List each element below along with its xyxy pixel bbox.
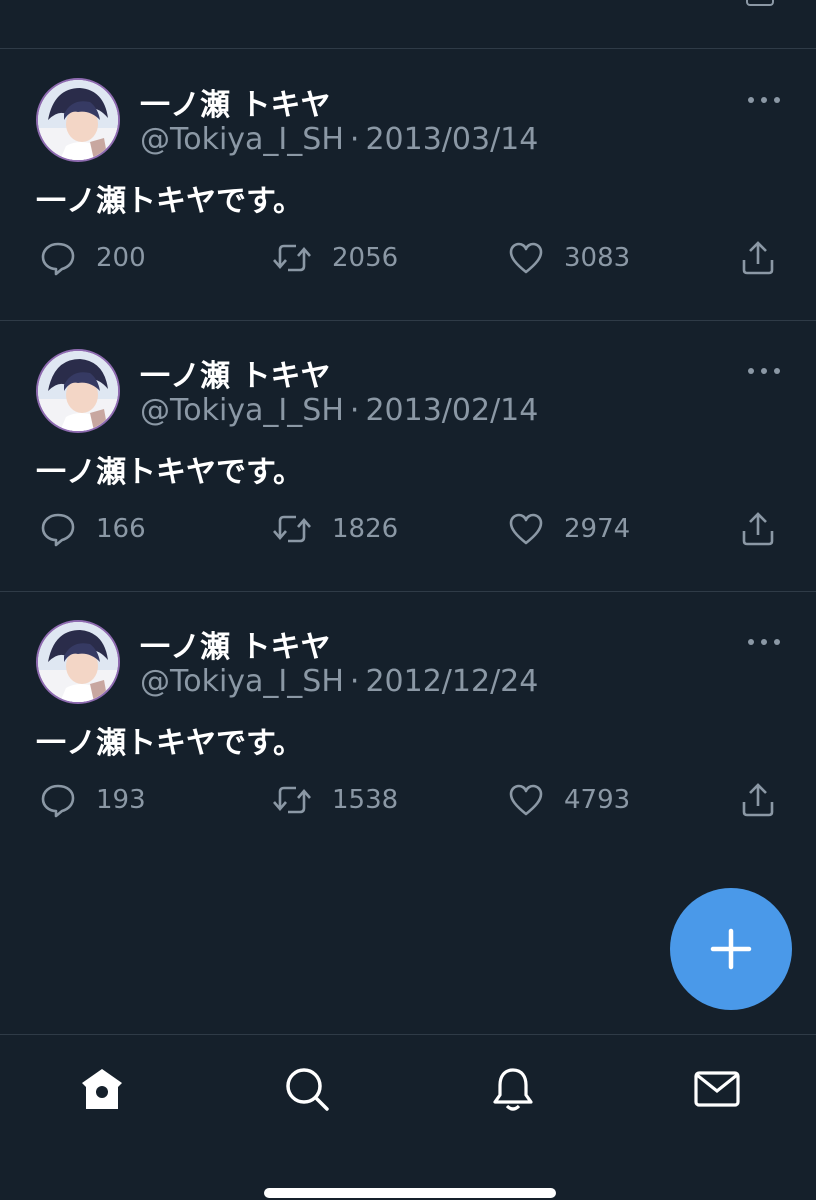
timeline-screen: 一ノ瀬 トキヤ @Tokiya_I_SH · 2013/03/14 一ノ瀬トキヤです… bbox=[0, 0, 816, 1200]
reply-icon bbox=[41, 784, 75, 818]
share-icon[interactable] bbox=[746, 0, 774, 6]
reply-button[interactable]: 200 bbox=[40, 236, 146, 280]
home-indicator[interactable] bbox=[264, 1188, 556, 1198]
tweet-actions: 200 2056 3083 bbox=[0, 236, 816, 280]
tweet-text: 一ノ瀬トキヤです。 bbox=[36, 726, 303, 761]
tweet-date[interactable]: 2013/03/14 bbox=[365, 122, 538, 157]
previous-tweet-fragment bbox=[0, 0, 816, 49]
avatar[interactable] bbox=[36, 620, 120, 704]
more-icon[interactable] bbox=[748, 363, 780, 379]
avatar[interactable] bbox=[36, 78, 120, 162]
reply-icon bbox=[41, 513, 75, 547]
retweet-count: 2056 bbox=[332, 243, 399, 273]
compose-tweet-button[interactable] bbox=[670, 888, 792, 1010]
reply-count: 193 bbox=[96, 785, 146, 815]
retweet-count: 1538 bbox=[332, 785, 399, 815]
retweet-button[interactable]: 1538 bbox=[272, 778, 398, 822]
meta-separator: · bbox=[349, 122, 360, 157]
handle[interactable]: @Tokiya_I_SH bbox=[140, 122, 344, 157]
heart-icon bbox=[509, 242, 543, 274]
reply-count: 166 bbox=[96, 514, 146, 544]
like-count: 2974 bbox=[564, 514, 631, 544]
tab-home[interactable] bbox=[78, 1065, 126, 1113]
retweet-icon bbox=[273, 244, 311, 272]
like-count: 3083 bbox=[564, 243, 631, 273]
tab-messages[interactable] bbox=[693, 1065, 741, 1113]
display-name[interactable]: 一ノ瀬 トキヤ bbox=[140, 622, 330, 666]
display-name[interactable]: 一ノ瀬 トキヤ bbox=[140, 351, 330, 395]
more-icon[interactable] bbox=[748, 634, 780, 650]
tweet-actions: 166 1826 2974 bbox=[0, 507, 816, 551]
share-button[interactable] bbox=[740, 236, 776, 280]
like-button[interactable]: 2974 bbox=[508, 507, 630, 551]
retweet-button[interactable]: 1826 bbox=[272, 507, 398, 551]
tweet-meta: @Tokiya_I_SH · 2012/12/24 bbox=[140, 664, 538, 699]
more-icon[interactable] bbox=[748, 92, 780, 108]
like-button[interactable]: 4793 bbox=[508, 778, 630, 822]
tweet[interactable]: 一ノ瀬 トキヤ @Tokiya_I_SH · 2013/02/14 一ノ瀬トキヤです… bbox=[0, 321, 816, 592]
reply-button[interactable]: 193 bbox=[40, 778, 146, 822]
search-icon bbox=[286, 1068, 329, 1111]
share-icon bbox=[742, 241, 774, 275]
tab-search[interactable] bbox=[283, 1065, 331, 1113]
bell-icon bbox=[493, 1068, 533, 1111]
share-button[interactable] bbox=[740, 507, 776, 551]
reply-icon bbox=[41, 242, 75, 276]
tweet-date[interactable]: 2013/02/14 bbox=[365, 393, 538, 428]
reply-count: 200 bbox=[96, 243, 146, 273]
like-count: 4793 bbox=[564, 785, 631, 815]
home-icon bbox=[82, 1069, 122, 1109]
heart-icon bbox=[509, 513, 543, 545]
tweet-actions: 193 1538 4793 bbox=[0, 778, 816, 822]
bottom-tab-bar bbox=[0, 1034, 816, 1200]
plus-icon bbox=[710, 928, 752, 970]
tweet-text: 一ノ瀬トキヤです。 bbox=[36, 184, 303, 219]
meta-separator: · bbox=[349, 393, 360, 428]
heart-icon bbox=[509, 784, 543, 816]
tweet[interactable]: 一ノ瀬 トキヤ @Tokiya_I_SH · 2013/03/14 一ノ瀬トキヤです… bbox=[0, 50, 816, 321]
mail-icon bbox=[694, 1071, 740, 1107]
share-button[interactable] bbox=[740, 778, 776, 822]
reply-button[interactable]: 166 bbox=[40, 507, 146, 551]
share-icon bbox=[742, 512, 774, 546]
share-icon bbox=[742, 783, 774, 817]
tweet[interactable]: 一ノ瀬 トキヤ @Tokiya_I_SH · 2012/12/24 一ノ瀬トキヤです… bbox=[0, 592, 816, 862]
retweet-icon bbox=[273, 515, 311, 543]
tweet-date[interactable]: 2012/12/24 bbox=[365, 664, 538, 699]
like-button[interactable]: 3083 bbox=[508, 236, 630, 280]
retweet-count: 1826 bbox=[332, 514, 399, 544]
avatar[interactable] bbox=[36, 349, 120, 433]
handle[interactable]: @Tokiya_I_SH bbox=[140, 664, 344, 699]
meta-separator: · bbox=[349, 664, 360, 699]
retweet-button[interactable]: 2056 bbox=[272, 236, 398, 280]
handle[interactable]: @Tokiya_I_SH bbox=[140, 393, 344, 428]
tab-notifications[interactable] bbox=[489, 1065, 537, 1113]
display-name[interactable]: 一ノ瀬 トキヤ bbox=[140, 80, 330, 124]
tweet-text: 一ノ瀬トキヤです。 bbox=[36, 455, 303, 490]
tweet-meta: @Tokiya_I_SH · 2013/03/14 bbox=[140, 122, 538, 157]
tweet-meta: @Tokiya_I_SH · 2013/02/14 bbox=[140, 393, 538, 428]
retweet-icon bbox=[273, 786, 311, 814]
